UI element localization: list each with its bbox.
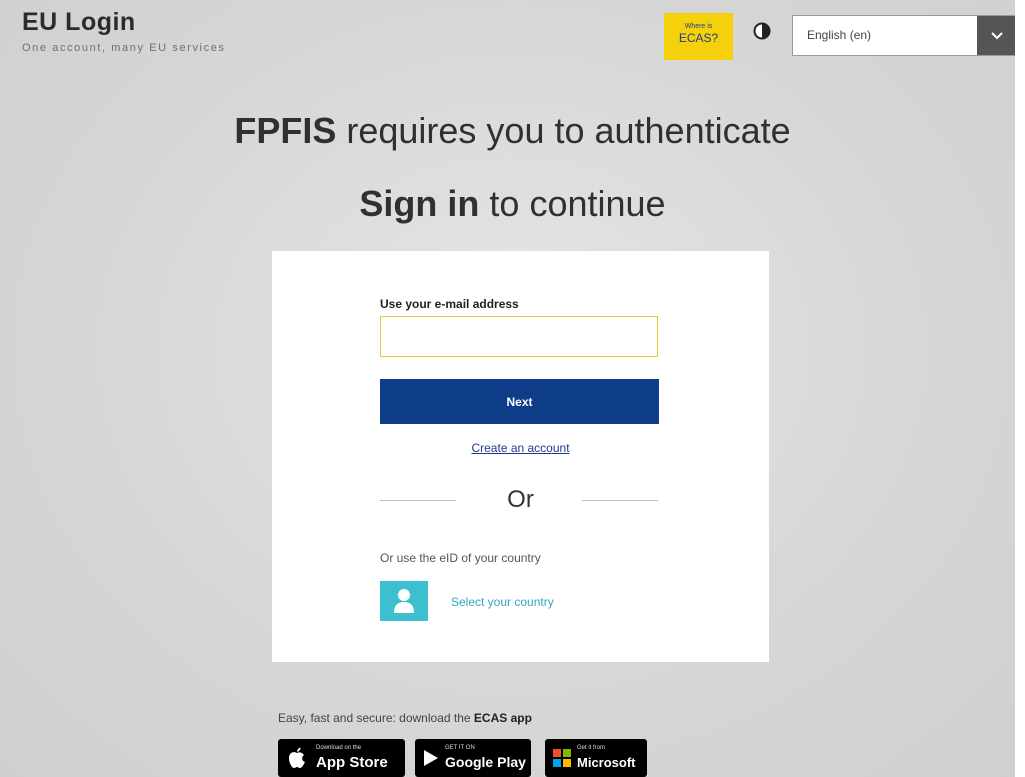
app-store-small: Download on the xyxy=(316,745,362,751)
chevron-down-glyph xyxy=(991,31,1003,39)
promo-text: Easy, fast and secure: download the xyxy=(278,711,474,725)
google-play-label: Google Play xyxy=(445,754,526,770)
microsoft-label: Microsoft xyxy=(577,755,636,770)
create-account-link[interactable]: Create an account xyxy=(272,441,769,455)
email-field[interactable] xyxy=(380,316,658,357)
page-title: FPFIS requires you to authenticate xyxy=(0,110,1025,152)
user-icon[interactable] xyxy=(380,581,428,621)
promo-app-name: ECAS app xyxy=(473,711,532,725)
page-edge xyxy=(1015,0,1025,777)
ecas-badge-line2: ECAS? xyxy=(678,31,719,45)
sign-in-heading: Sign in to continue xyxy=(0,183,1025,225)
play-icon xyxy=(424,750,438,766)
contrast-icon[interactable] xyxy=(753,22,771,40)
sign-in-rest: to continue xyxy=(479,183,666,224)
page-background: EU Login One account, many EU services W… xyxy=(0,0,1025,777)
chevron-down-icon[interactable] xyxy=(977,16,1017,55)
app-promo-text: Easy, fast and secure: download the ECAS… xyxy=(278,711,532,725)
ecas-badge-line1: Where is xyxy=(684,23,713,30)
microsoft-small: Get it from xyxy=(577,745,606,751)
apple-icon xyxy=(289,747,305,768)
or-divider-right xyxy=(582,500,658,501)
microsoft-badge[interactable]: Get it from Microsoft xyxy=(545,739,647,777)
or-separator: Or xyxy=(507,486,534,513)
app-store-badge[interactable]: Download on the App Store xyxy=(278,739,405,777)
select-country-link[interactable]: Select your country xyxy=(451,595,554,609)
google-play-badge[interactable]: GET IT ON Google Play xyxy=(415,739,531,777)
next-button[interactable]: Next xyxy=(380,379,659,424)
email-label: Use your e-mail address xyxy=(380,297,519,311)
page-title-rest: requires you to authenticate xyxy=(336,110,791,151)
login-card: Use your e-mail address Next Create an a… xyxy=(272,251,769,662)
service-name: FPFIS xyxy=(234,110,337,151)
app-store-label: App Store xyxy=(316,754,388,771)
language-select[interactable]: English (en) xyxy=(792,15,1018,56)
where-is-ecas-button[interactable]: Where is ECAS? xyxy=(664,13,733,60)
sign-in-bold: Sign in xyxy=(359,183,480,224)
google-play-small: GET IT ON xyxy=(445,745,475,751)
eid-label: Or use the eID of your country xyxy=(380,551,541,565)
windows-icon xyxy=(553,749,571,767)
user-glyph xyxy=(394,589,414,613)
language-value: English (en) xyxy=(807,28,872,42)
brand-subtitle: One account, many EU services xyxy=(22,42,226,54)
brand-title: EU Login xyxy=(22,8,136,36)
